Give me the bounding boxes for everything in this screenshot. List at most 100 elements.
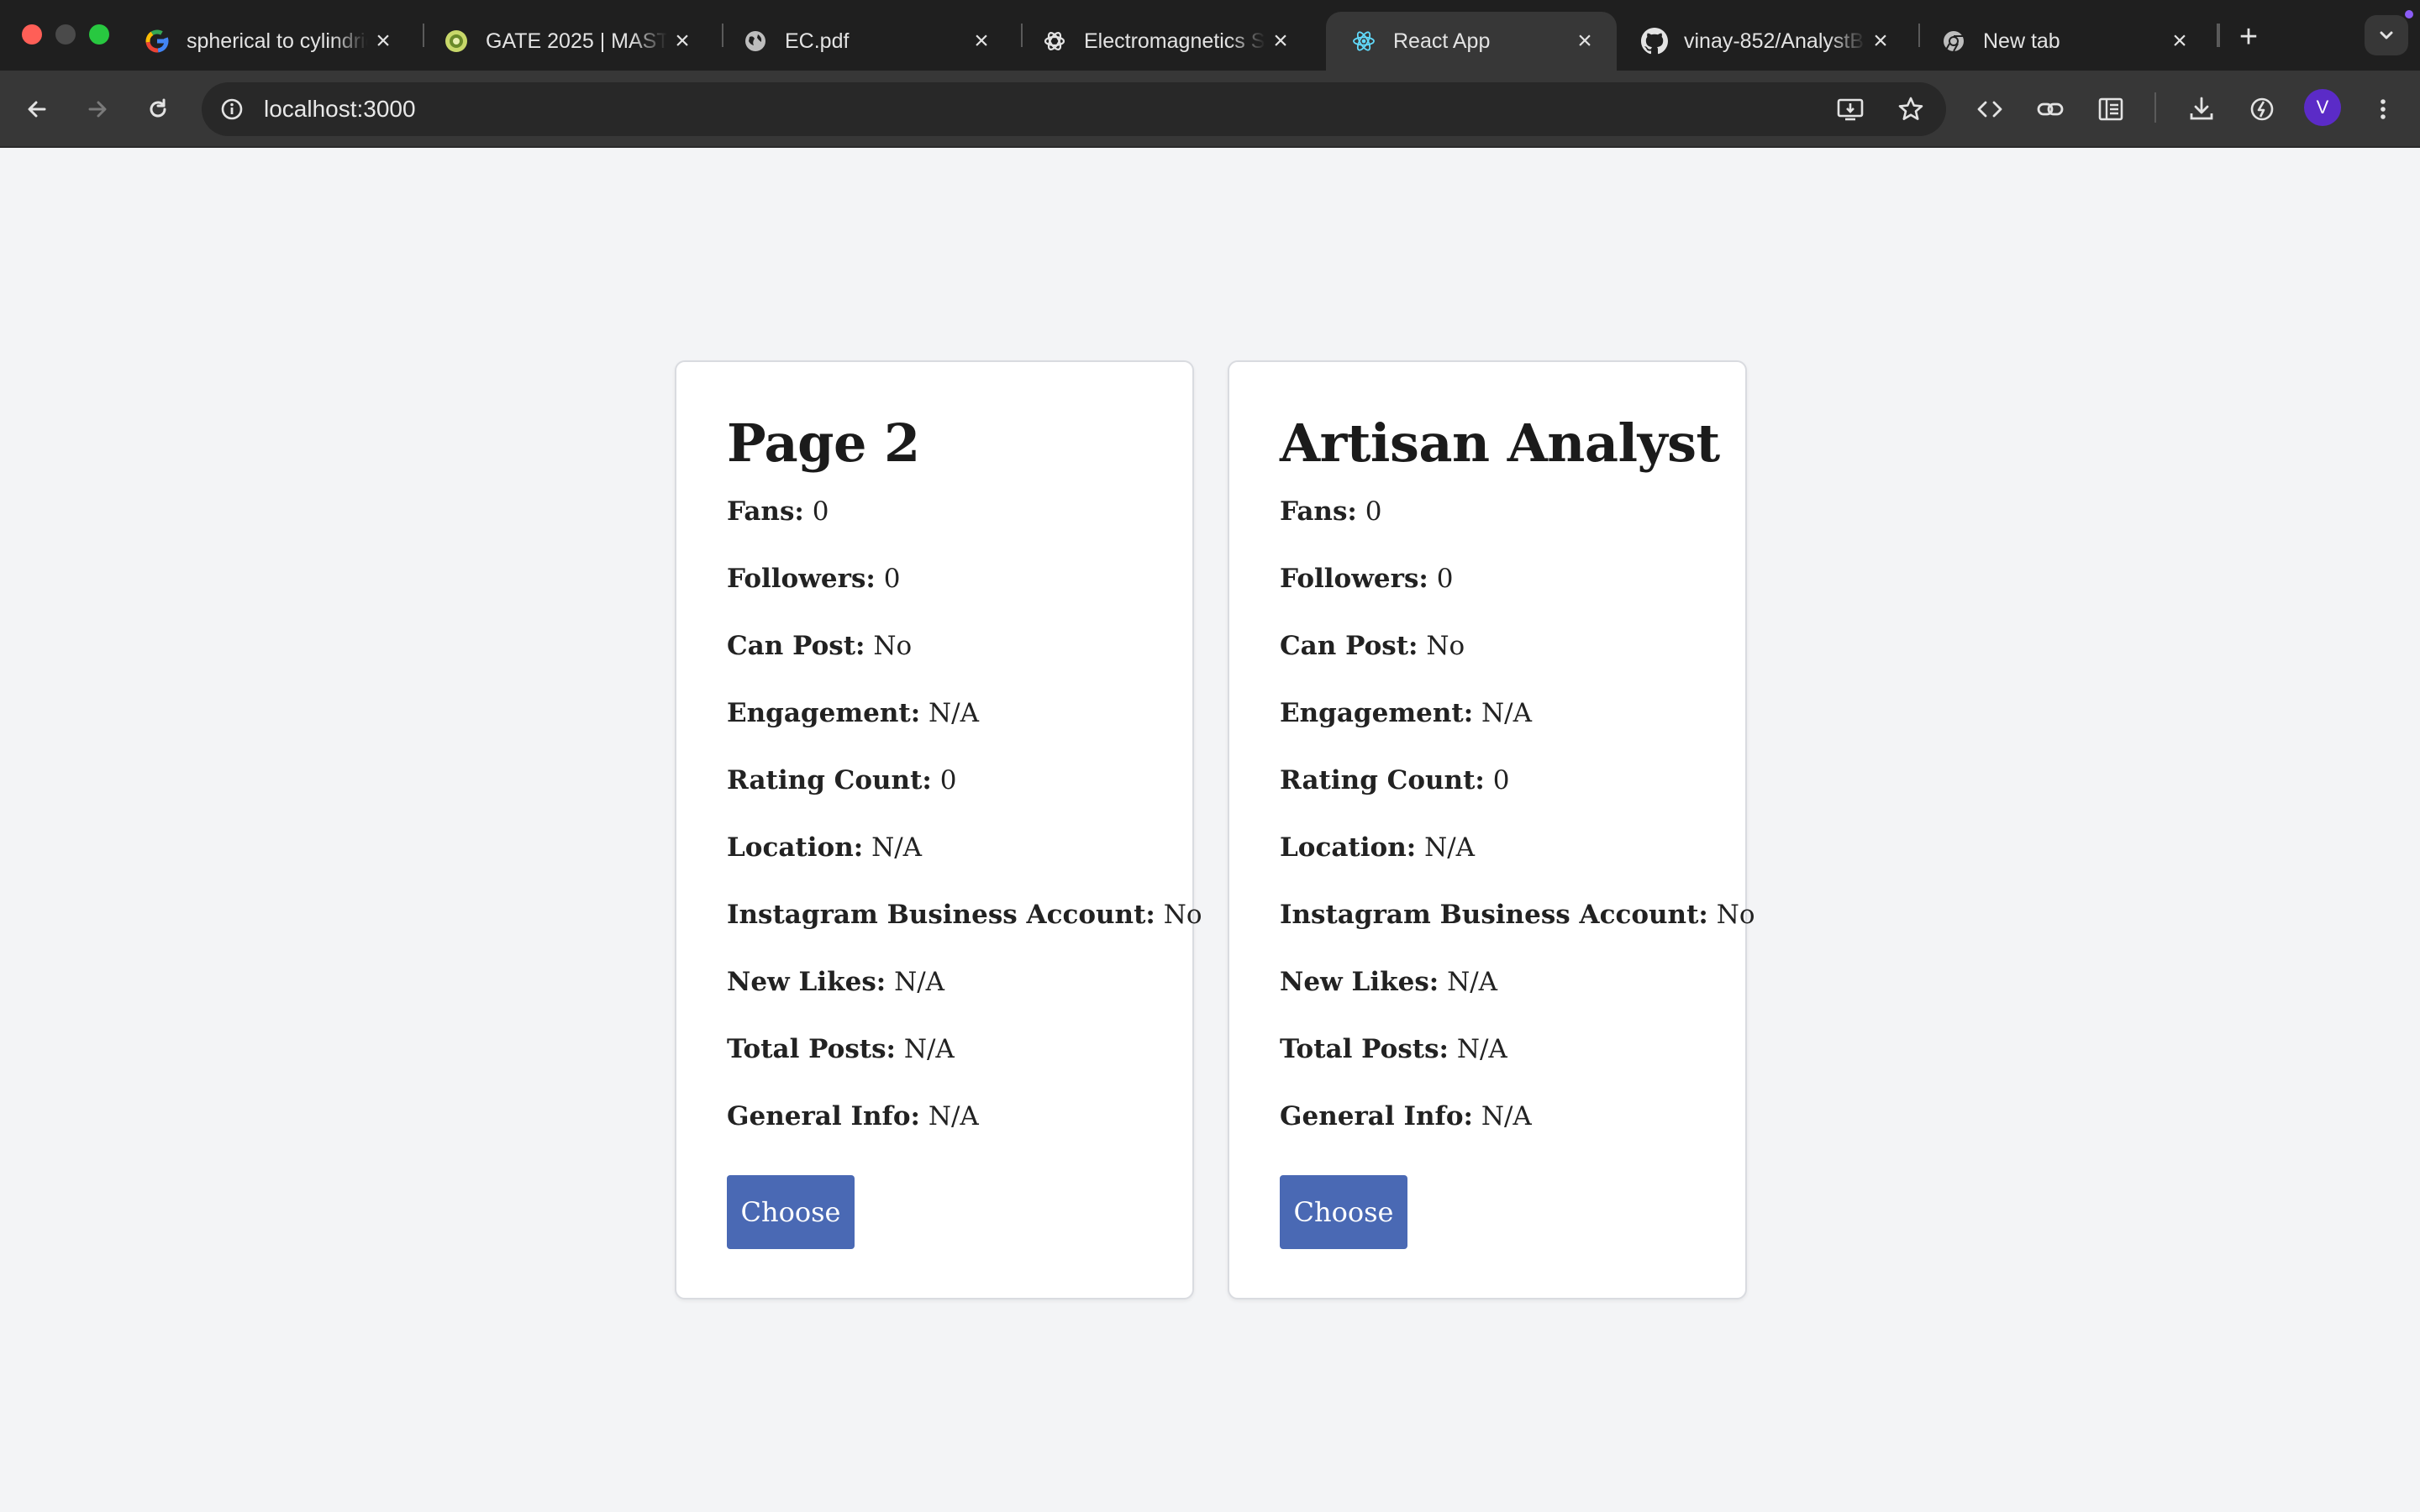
field-fans: Fans: 0 [727,496,829,527]
gate-logo-icon [442,27,471,55]
address-bar[interactable]: localhost:3000 [202,82,1946,136]
notification-dot [2405,10,2413,18]
field-followers: Followers: 0 [727,564,900,594]
field-label: Can Post: [1280,631,1418,661]
profile-avatar[interactable]: V [2304,89,2341,126]
globe-icon [741,27,770,55]
browser-tab[interactable]: New tab × [1916,12,2212,71]
site-info-icon[interactable] [217,94,247,124]
new-tab-button[interactable]: + [2230,18,2267,55]
browser-tab-active[interactable]: React App × [1326,12,1617,71]
field-fans: Fans: 0 [1280,496,1381,527]
field-value: N/A [1424,832,1476,863]
field-general-info: General Info: N/A [727,1101,979,1131]
field-value: N/A [871,832,923,863]
install-app-icon[interactable] [1830,89,1870,129]
browser-tab[interactable]: spherical to cylindrical × [119,12,415,71]
tab-close-icon[interactable]: × [1265,26,1296,56]
field-label: Total Posts: [727,1034,896,1064]
back-button[interactable] [17,89,57,129]
browser-tab[interactable]: Electromagnetics S × [1017,12,1313,71]
tab-close-icon[interactable]: × [667,26,697,56]
field-label: Rating Count: [1280,765,1485,795]
field-value: N/A [1481,1101,1532,1131]
field-value: 0 [812,496,829,527]
field-label: Followers: [1280,564,1428,594]
url-text[interactable]: localhost:3000 [264,82,416,136]
field-value: 0 [1436,564,1454,594]
field-label: Total Posts: [1280,1034,1449,1064]
field-new-likes: New Likes: N/A [727,967,944,997]
tab-title: spherical to cylindrical [187,29,368,53]
card-title: Artisan Analyst [1280,412,1720,474]
menu-button[interactable] [2363,89,2403,129]
window-close-button[interactable] [22,24,42,45]
browser-tab[interactable]: vinay-852/AnalystBot × [1617,12,1912,71]
reading-mode-button[interactable] [2091,89,2131,129]
field-label: General Info: [727,1101,920,1131]
field-engagement: Engagement: N/A [727,698,979,728]
downloads-button[interactable] [2181,89,2222,129]
google-icon [143,27,171,55]
reload-button[interactable] [138,89,178,129]
field-label: New Likes: [727,967,886,997]
toolbar-divider [2154,92,2156,123]
field-instagram-business: Instagram Business Account: No [1280,900,1755,930]
choose-button[interactable]: Choose [1280,1175,1407,1249]
devtools-button[interactable] [1970,89,2010,129]
field-label: Can Post: [727,631,865,661]
field-engagement: Engagement: N/A [1280,698,1532,728]
field-value: N/A [894,967,945,997]
field-label: Followers: [727,564,876,594]
window-minimize-button[interactable] [55,24,76,45]
forward-arrow-icon [88,101,107,118]
field-instagram-business: Instagram Business Account: No [727,900,1202,930]
field-total-posts: Total Posts: N/A [727,1034,955,1064]
tab-close-icon[interactable]: × [966,26,997,56]
browser-toolbar: localhost:3000 [0,71,2420,148]
choose-button[interactable]: Choose [727,1175,855,1249]
browser-tab[interactable]: EC.pdf × [718,12,1013,71]
tab-title: Electromagnetics S [1084,29,1265,53]
field-can-post: Can Post: No [727,631,912,661]
chrome-icon [1939,27,1968,55]
field-value: No [1716,900,1755,930]
field-value: 0 [939,765,957,795]
window-maximize-button[interactable] [89,24,109,45]
kebab-menu-icon [2381,99,2386,119]
field-value: N/A [928,1101,979,1131]
forward-button[interactable] [77,89,118,129]
field-value: N/A [903,1034,955,1064]
gauge-icon [2250,97,2274,121]
field-value: 0 [883,564,901,594]
chatgpt-icon [1040,27,1069,55]
field-label: Engagement: [1280,698,1474,728]
field-value: N/A [1481,698,1532,728]
tab-title: EC.pdf [785,29,850,53]
copy-link-button[interactable] [2030,89,2070,129]
field-total-posts: Total Posts: N/A [1280,1034,1507,1064]
browser-tab[interactable]: GATE 2025 | MASTER × [418,12,714,71]
tab-close-icon[interactable]: × [1570,26,1600,56]
bookmark-star-icon[interactable] [1891,89,1931,129]
field-label: General Info: [1280,1101,1473,1131]
performance-button[interactable] [2242,89,2282,129]
card-title: Page 2 [727,412,920,474]
tab-search-button[interactable] [2365,15,2408,55]
field-label: Rating Count: [727,765,932,795]
field-label: New Likes: [1280,967,1439,997]
tab-close-icon[interactable]: × [2165,26,2195,56]
field-value: 0 [1492,765,1510,795]
field-label: Instagram Business Account: [1280,900,1708,930]
field-can-post: Can Post: No [1280,631,1465,661]
tab-separator [2218,24,2220,47]
link-icon [2037,102,2064,116]
field-label: Fans: [1280,496,1357,527]
field-label: Engagement: [727,698,921,728]
field-location: Location: N/A [1280,832,1475,863]
tab-title: React App [1393,29,1491,53]
tab-close-icon[interactable]: × [368,26,398,56]
download-icon [2190,97,2213,120]
tab-close-icon[interactable]: × [1865,26,1896,56]
account-card: Page 2 Fans: 0 Followers: 0 Can Post: No… [675,360,1202,1299]
